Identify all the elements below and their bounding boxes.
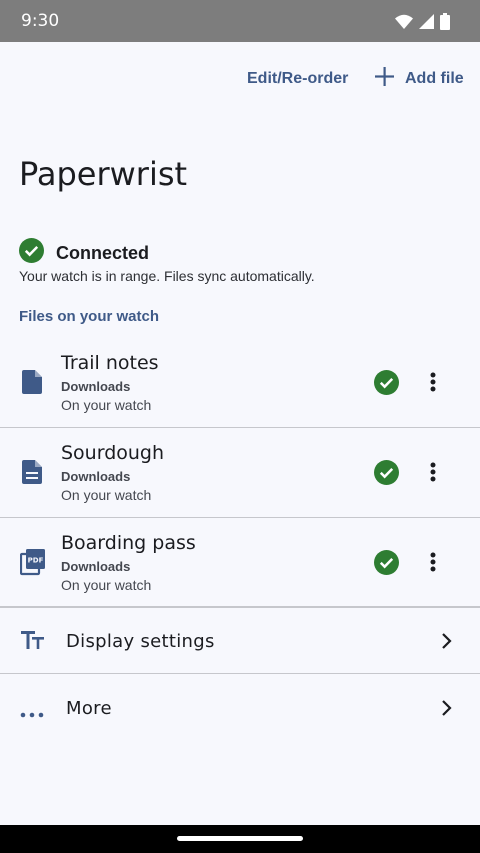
add-file-label: Add file (405, 70, 464, 87)
status-icons (395, 12, 450, 30)
check-circle-icon (19, 238, 44, 268)
file-folder: Downloads (61, 379, 131, 394)
file-icon (20, 368, 46, 396)
file-status: On your watch (61, 397, 152, 413)
connection-description: Your watch is in range. Files sync autom… (19, 268, 315, 284)
connection-status: Connected (19, 238, 149, 268)
files-section-label: Files on your watch (19, 308, 160, 325)
display-settings-label: Display settings (66, 631, 215, 652)
plus-icon (374, 66, 405, 92)
text-size-icon (20, 629, 46, 656)
chevron-right-icon (440, 632, 452, 655)
connection-label: Connected (56, 242, 150, 263)
more-vert-icon[interactable] (419, 458, 447, 486)
wifi-icon (395, 14, 413, 29)
synced-check-icon (374, 460, 399, 490)
more-row[interactable]: More (0, 675, 480, 741)
page-title: Paperwrist (19, 155, 188, 193)
top-toolbar: Edit/Re-order Add file (0, 42, 480, 116)
file-folder: Downloads (61, 469, 131, 484)
synced-check-icon (374, 550, 399, 580)
pdf-icon: PDF (19, 548, 46, 576)
file-row[interactable]: Trail notes Downloads On your watch (0, 338, 480, 428)
more-label: More (66, 698, 112, 719)
file-folder: Downloads (61, 559, 131, 574)
more-vert-icon[interactable] (419, 368, 447, 396)
display-settings-row[interactable]: Display settings (0, 608, 480, 674)
edit-reorder-button[interactable]: Edit/Re-order (247, 42, 348, 116)
file-row[interactable]: Sourdough Downloads On your watch (0, 428, 480, 518)
chevron-right-icon (440, 699, 452, 722)
edit-reorder-label: Edit/Re-order (247, 70, 349, 87)
add-file-button[interactable]: Add file (374, 42, 464, 116)
more-vert-icon[interactable] (419, 548, 447, 576)
signal-icon (419, 13, 434, 29)
home-gesture-handle[interactable] (177, 836, 303, 841)
status-time: 9:30 (21, 11, 60, 31)
battery-icon (440, 12, 450, 30)
file-list: Trail notes Downloads On your watch Sour… (0, 338, 480, 608)
file-status: On your watch (61, 487, 152, 503)
svg-text:PDF: PDF (28, 557, 44, 565)
status-bar: 9:30 (0, 0, 480, 42)
file-name: Boarding pass (61, 532, 196, 554)
document-icon (20, 458, 46, 486)
file-status: On your watch (61, 577, 152, 593)
file-name: Sourdough (61, 442, 165, 464)
file-row[interactable]: PDF Boarding pass Downloads On your watc… (0, 518, 480, 608)
navigation-bar (0, 825, 480, 853)
more-horiz-icon (20, 705, 44, 723)
synced-check-icon (374, 370, 399, 400)
file-name: Trail notes (61, 352, 159, 374)
